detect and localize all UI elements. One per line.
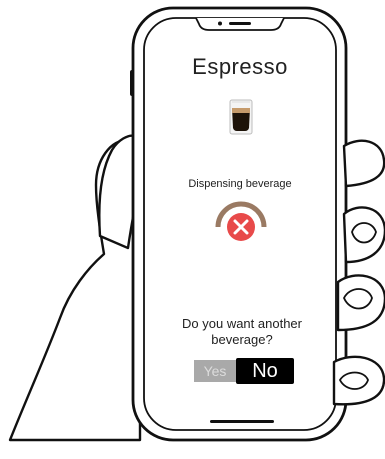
finger-1 [342, 139, 385, 188]
finger-2 [342, 206, 385, 264]
yes-no-toggle: Yes No [194, 358, 296, 384]
status-text: Dispensing beverage [188, 178, 292, 190]
question-text: Do you want another beverage? [182, 316, 302, 347]
error-x-icon [227, 213, 255, 241]
finger-4 [332, 355, 385, 406]
app-screen: Espresso Dispensing beverage Do you want… [150, 22, 330, 428]
page-title: Espresso [192, 54, 288, 79]
dispensing-gauge [215, 201, 267, 241]
side-button-left [130, 70, 134, 96]
scene: Espresso Dispensing beverage Do you want… [0, 0, 385, 454]
yes-button[interactable]: Yes [194, 360, 236, 382]
finger-3 [336, 274, 385, 332]
no-button[interactable]: No [236, 358, 294, 384]
espresso-cup-icon [229, 99, 253, 135]
